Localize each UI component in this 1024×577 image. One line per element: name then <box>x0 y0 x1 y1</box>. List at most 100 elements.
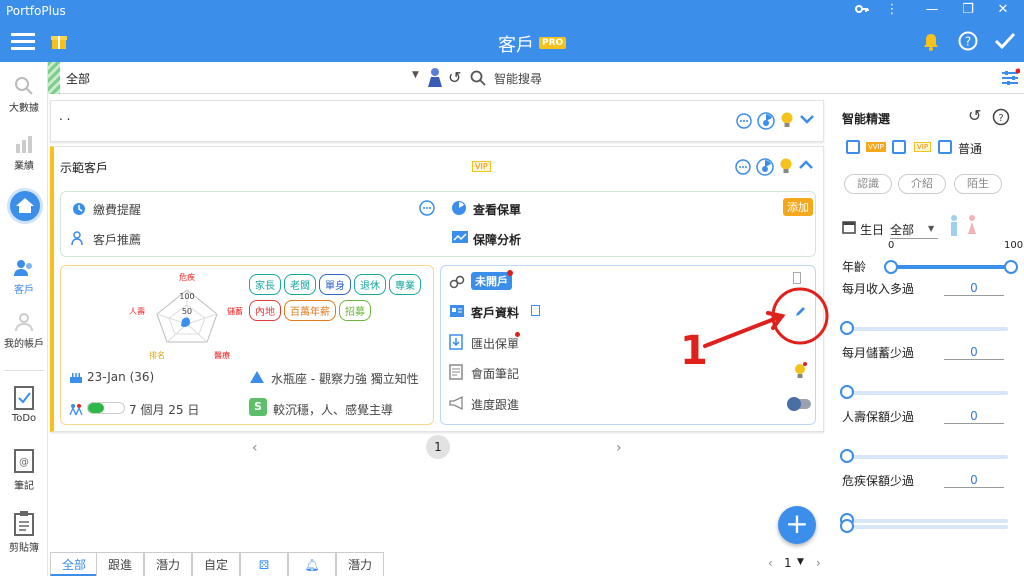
filter-acquaintance-button[interactable]: 認識 <box>844 174 892 194</box>
close-window-icon[interactable]: ✕ <box>993 2 1013 17</box>
person-filter-icon[interactable] <box>426 67 444 92</box>
refresh-icon[interactable]: ↺ <box>448 68 461 87</box>
client-tag[interactable]: 退休 <box>354 274 386 295</box>
bottom-tab[interactable]: 潛力 <box>336 552 384 576</box>
lightbulb-icon[interactable] <box>780 111 794 132</box>
export-policy-link[interactable]: 匯出保單 <box>471 335 519 352</box>
client-tag[interactable]: 老闆 <box>284 274 316 295</box>
bottom-tab[interactable]: 自定 <box>192 552 240 576</box>
nav-item-account[interactable]: 我的帳戶 <box>0 312 48 350</box>
lightbulb-icon[interactable] <box>779 157 793 178</box>
amount-filter-thumb[interactable] <box>840 385 854 399</box>
nav-item-clipboard[interactable]: 剪貼簿 <box>0 510 48 554</box>
amount-filter-slider[interactable] <box>846 327 1008 331</box>
amount-filter-input[interactable]: 0 <box>944 409 1004 424</box>
amount-filter-input[interactable]: 0 <box>944 473 1004 488</box>
amount-filter-slider[interactable] <box>846 391 1008 395</box>
payment-reminder[interactable]: 繳費提醒 <box>93 201 141 218</box>
client-info-link[interactable]: 客戶資料 <box>471 304 519 321</box>
edit-pencil-icon[interactable] <box>795 305 807 320</box>
follow-up-link[interactable]: 進度跟進 <box>471 396 519 413</box>
nav-item-performance[interactable]: 業績 <box>0 134 48 172</box>
bottom-tab[interactable]: 全部 <box>50 552 98 576</box>
client-tag[interactable]: 內地 <box>249 300 281 321</box>
more-vert-icon[interactable]: ⋮ <box>882 2 902 17</box>
policy-analysis-icon[interactable] <box>756 158 774 179</box>
add-button[interactable]: 添加 <box>783 198 813 216</box>
gift-icon[interactable] <box>50 32 68 53</box>
collapse-chevron-icon[interactable] <box>798 157 814 176</box>
key-icon[interactable] <box>852 2 872 20</box>
client-tag[interactable]: 招募 <box>339 300 371 321</box>
extra-slider-thumb[interactable] <box>840 519 854 533</box>
add-client-fab[interactable]: + <box>778 506 816 544</box>
follow-up-toggle[interactable] <box>787 397 811 411</box>
menu-icon[interactable] <box>10 30 36 57</box>
check-icon[interactable] <box>994 32 1016 53</box>
meeting-notes-link[interactable]: 會面筆記 <box>471 365 519 382</box>
vip-checkbox[interactable] <box>892 140 906 154</box>
nav-item-todo[interactable]: ToDo <box>0 384 48 424</box>
normal-checkbox[interactable] <box>938 140 952 154</box>
amount-filter-input[interactable]: 0 <box>944 281 1004 296</box>
bottom-prev-icon[interactable]: ‹ <box>768 556 773 570</box>
filter-stranger-button[interactable]: 陌生 <box>954 174 1002 194</box>
policy-analysis-icon[interactable] <box>757 112 775 133</box>
bell-icon[interactable] <box>922 32 940 55</box>
bottom-tab-bell[interactable]: 🔔︎ <box>288 552 336 576</box>
calendar-icon <box>842 220 856 237</box>
client-tag[interactable]: 單身 <box>319 274 351 295</box>
minimize-icon[interactable]: — <box>922 2 942 17</box>
filter-referral-button[interactable]: 介紹 <box>898 174 946 194</box>
bottom-tab[interactable]: 潛力 <box>144 552 192 576</box>
home-button[interactable] <box>7 188 43 224</box>
expand-chevron-icon[interactable] <box>799 111 815 130</box>
bottom-page-dropdown-icon[interactable]: ▼ <box>797 557 804 567</box>
search-input[interactable]: 智能搜尋 <box>494 70 542 87</box>
prev-page-icon[interactable]: ‹ <box>252 440 258 456</box>
chat-icon[interactable] <box>419 200 435 219</box>
clipboard-small-icon[interactable] <box>531 305 540 316</box>
age-max-thumb[interactable] <box>1004 260 1018 274</box>
gender-female-icon[interactable] <box>966 214 978 241</box>
amount-filter-slider[interactable] <box>846 519 1008 523</box>
help-icon[interactable]: ? <box>992 108 1010 129</box>
client-tag[interactable]: 家長 <box>249 274 281 295</box>
nav-item-notes[interactable]: @ 筆記 <box>0 448 48 492</box>
client-tag[interactable]: 百萬年薪 <box>284 300 336 321</box>
scope-select[interactable]: 全部 <box>66 70 90 87</box>
amount-filter-input[interactable]: 0 <box>944 345 1004 360</box>
bottom-tab[interactable]: 跟進 <box>96 552 144 576</box>
view-policy-link[interactable]: 查看保單 <box>473 201 521 218</box>
extra-slider[interactable] <box>846 525 1008 529</box>
client-card-collapsed[interactable]: . . <box>50 100 824 142</box>
client-name[interactable]: 示範客戶 <box>60 159 108 176</box>
coverage-analysis-link[interactable]: 保障分析 <box>473 231 521 248</box>
chat-icon[interactable] <box>735 159 751 178</box>
chat-icon[interactable] <box>736 113 752 132</box>
amount-filter-slider[interactable] <box>846 455 1008 459</box>
next-page-icon[interactable]: › <box>616 440 622 456</box>
birthday-dropdown-icon[interactable]: ▼ <box>928 224 934 233</box>
amount-filter-thumb[interactable] <box>840 321 854 335</box>
age-range-track[interactable] <box>890 265 1012 269</box>
nav-item-clients[interactable]: 客戶 <box>0 258 48 296</box>
age-min-thumb[interactable] <box>884 260 898 274</box>
bottom-next-icon[interactable]: › <box>816 556 821 570</box>
scope-dropdown-arrow-icon[interactable]: ▼ <box>412 70 419 80</box>
nav-item-bigdata[interactable]: 大數據 <box>0 76 48 114</box>
current-page[interactable]: 1 <box>426 435 450 459</box>
amount-filter-thumb[interactable] <box>840 449 854 463</box>
reset-icon[interactable]: ↺ <box>968 106 981 125</box>
restore-icon[interactable]: ❐ <box>958 2 978 17</box>
search-icon[interactable] <box>470 70 486 89</box>
client-tag[interactable]: 專業 <box>389 274 421 295</box>
bottom-tab-dice[interactable]: ⚄ <box>240 552 288 576</box>
client-referral[interactable]: 客戶推薦 <box>93 231 141 248</box>
vvip-checkbox[interactable] <box>846 140 860 154</box>
bottom-page-number[interactable]: 1 <box>784 556 792 570</box>
account-status-badge[interactable]: 未開戶 <box>471 272 512 290</box>
gender-male-icon[interactable] <box>948 214 960 241</box>
filter-settings-icon[interactable] <box>1000 68 1021 91</box>
help-icon[interactable]: ? <box>958 31 978 54</box>
